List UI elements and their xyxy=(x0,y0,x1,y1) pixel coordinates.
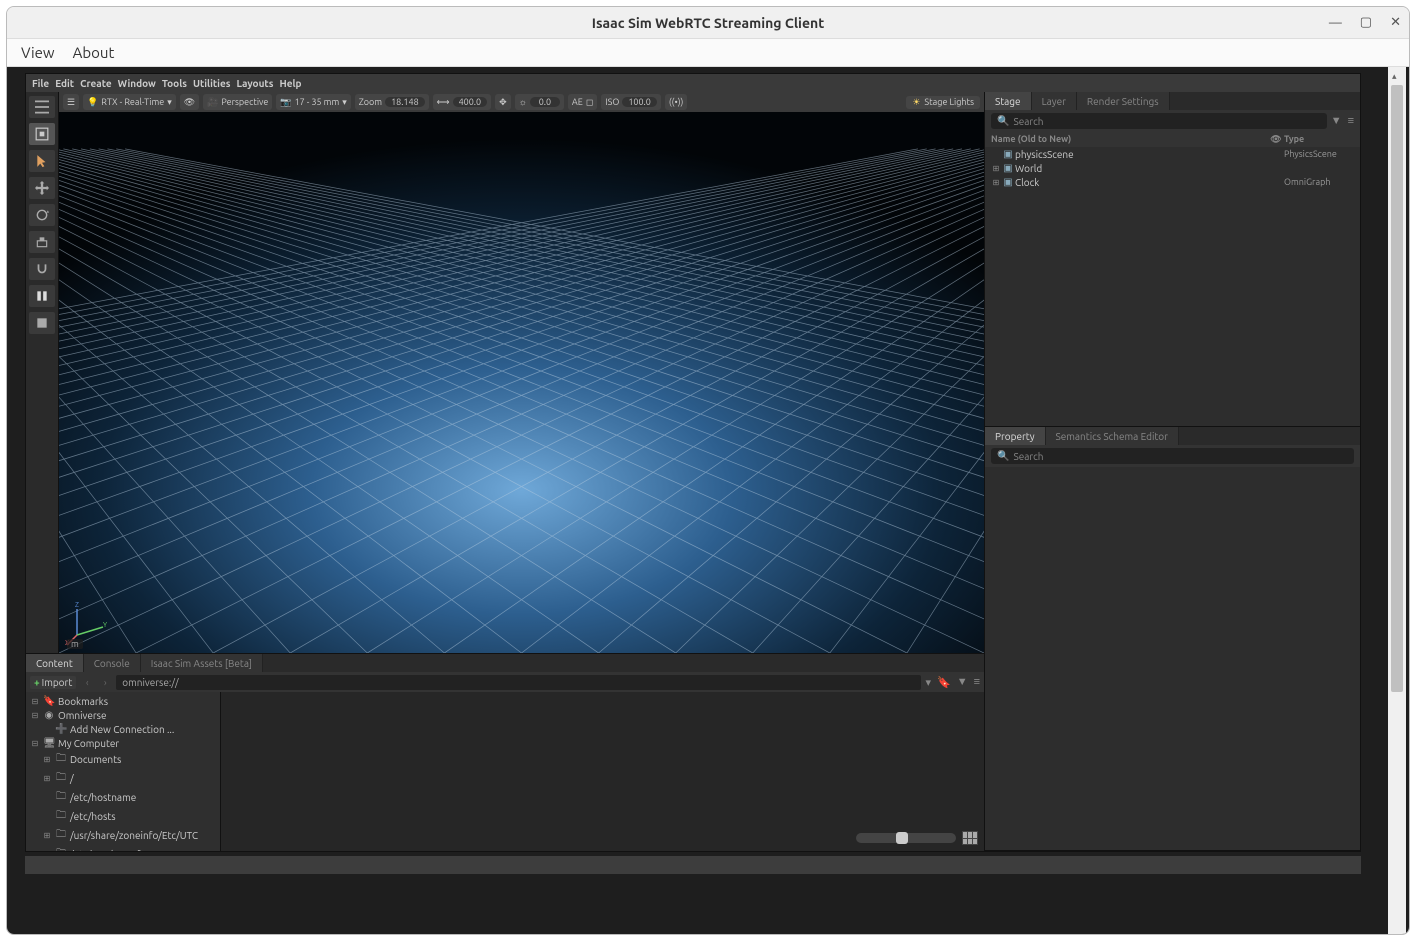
move-tool-icon[interactable] xyxy=(29,177,55,199)
app-window: Isaac Sim WebRTC Streaming Client — ▢ ✕ … xyxy=(6,6,1410,935)
viewport[interactable]: Z Y X m xyxy=(59,112,984,653)
tree-item[interactable]: ➕Add New Connection ... xyxy=(26,722,220,736)
stage-row[interactable]: ⊞▣World xyxy=(985,161,1360,175)
tree-item[interactable]: 🗀/etc/hostname xyxy=(26,788,220,807)
path-dropdown-icon[interactable]: ▾ xyxy=(925,676,931,689)
stage-row[interactable]: ▣physicsScenePhysicsScene xyxy=(985,147,1360,161)
ae-toggle[interactable]: AE ◻ xyxy=(568,94,597,110)
menu-window[interactable]: Window xyxy=(118,78,156,89)
scrollbar-vertical[interactable] xyxy=(1388,67,1406,934)
focus-distance-control[interactable]: ⟷ 400.0 xyxy=(433,94,491,110)
nav-back-icon[interactable]: ‹ xyxy=(80,677,94,688)
zoom-control[interactable]: Zoom 18.148 xyxy=(355,94,429,110)
snap-tool-icon[interactable] xyxy=(29,258,55,280)
content-tree[interactable]: ⊟🔖Bookmarks⊟◉Omniverse➕Add New Connectio… xyxy=(26,692,221,851)
stop-button-icon[interactable] xyxy=(29,312,55,334)
client-area: File Edit Create Window Tools Utilities … xyxy=(7,67,1409,934)
menu-create[interactable]: Create xyxy=(80,78,112,89)
tab-console[interactable]: Console xyxy=(84,654,141,672)
app-menubar: File Edit Create Window Tools Utilities … xyxy=(26,74,1360,92)
viewport-toolbar: ☰ 💡 RTX - Real-Time ▾ 👁 🎥 Perspective 📷 … xyxy=(59,92,984,112)
stage-row[interactable]: ⊞▣ClockOmniGraph xyxy=(985,175,1360,189)
tool-strip xyxy=(26,92,58,653)
outer-menubar: View About xyxy=(7,39,1409,67)
content-browser: Content Console Isaac Sim Assets [Beta] … xyxy=(26,653,984,851)
menu-about[interactable]: About xyxy=(73,44,115,61)
tab-render-settings[interactable]: Render Settings xyxy=(1077,92,1170,110)
visibility-icon[interactable]: 👁 xyxy=(180,94,199,110)
frame-selection-icon[interactable] xyxy=(29,123,55,145)
stage-options-icon[interactable]: ≡ xyxy=(1348,115,1354,127)
tree-item[interactable]: 🗀/etc/hosts xyxy=(26,807,220,826)
renderer-dropdown[interactable]: 💡 RTX - Real-Time ▾ xyxy=(83,94,176,110)
tab-layer[interactable]: Layer xyxy=(1032,92,1077,110)
stage-filter-icon[interactable]: ▼ xyxy=(1331,115,1342,127)
property-panel: Property Semantics Schema Editor 🔍 Searc… xyxy=(985,427,1360,851)
stage-lights-toggle[interactable]: ☀ Stage Lights xyxy=(906,96,980,109)
import-button[interactable]: +Import xyxy=(30,676,76,689)
stage-header-name[interactable]: Name (Old to New) xyxy=(991,134,1268,145)
options-icon[interactable]: ≡ xyxy=(974,676,980,689)
minimize-button[interactable]: — xyxy=(1329,16,1342,30)
bookmark-icon[interactable]: 🔖 xyxy=(937,676,951,689)
scale-tool-icon[interactable] xyxy=(29,231,55,253)
window-title: Isaac Sim WebRTC Streaming Client xyxy=(592,15,825,31)
menu-edit[interactable]: Edit xyxy=(55,78,74,89)
status-bar xyxy=(25,856,1361,874)
tree-item[interactable]: ⊞🗀/usr/share/zoneinfo/Etc/UTC xyxy=(26,826,220,845)
rotate-tool-icon[interactable] xyxy=(29,204,55,226)
path-field[interactable]: omniverse:// xyxy=(116,675,921,690)
menu-view[interactable]: View xyxy=(21,44,55,61)
tree-item[interactable]: ⊞🗀/ xyxy=(26,769,220,788)
titlebar: Isaac Sim WebRTC Streaming Client — ▢ ✕ xyxy=(7,7,1409,39)
pause-button-icon[interactable] xyxy=(29,285,55,307)
tree-item[interactable]: 🗀/etc/resolv.conf xyxy=(26,845,220,851)
tree-item[interactable]: ⊟🖥My Computer xyxy=(26,736,220,750)
menu-file[interactable]: File xyxy=(32,78,49,89)
tab-semantics[interactable]: Semantics Schema Editor xyxy=(1046,427,1179,445)
tab-stage[interactable]: Stage xyxy=(985,92,1032,110)
close-button[interactable]: ✕ xyxy=(1390,15,1401,30)
property-body xyxy=(985,467,1360,850)
property-search-input[interactable]: 🔍 Search xyxy=(991,448,1354,464)
tree-item[interactable]: ⊟◉Omniverse xyxy=(26,708,220,722)
thumbnail-size-slider[interactable] xyxy=(856,833,956,843)
grid-view-icon[interactable] xyxy=(962,831,978,845)
exposure-control[interactable]: ☼ 0.0 xyxy=(515,94,564,110)
menu-tools[interactable]: Tools xyxy=(162,78,187,89)
menu-help[interactable]: Help xyxy=(279,78,301,89)
window-controls: — ▢ ✕ xyxy=(1329,7,1401,38)
camera-dropdown[interactable]: 🎥 Perspective xyxy=(203,94,272,110)
visibility-column-icon[interactable]: 👁 xyxy=(1268,134,1284,145)
select-tool-icon[interactable] xyxy=(29,150,55,172)
tab-content[interactable]: Content xyxy=(26,654,84,672)
filter-icon[interactable]: ▼ xyxy=(957,676,968,689)
tree-item[interactable]: ⊟🔖Bookmarks xyxy=(26,694,220,708)
crosshair-icon[interactable]: ✥ xyxy=(495,94,511,110)
stage-header-type[interactable]: Type xyxy=(1284,134,1354,145)
tab-property[interactable]: Property xyxy=(985,427,1046,445)
stage-panel: Stage Layer Render Settings 🔍 Search ▼≡ … xyxy=(985,92,1360,427)
lens-dropdown[interactable]: 📷 17 - 35 mm ▾ xyxy=(276,94,350,110)
tree-item[interactable]: ⊞🗀Documents xyxy=(26,750,220,769)
nav-forward-icon[interactable]: › xyxy=(98,677,112,688)
axis-unit-label: m xyxy=(67,639,83,649)
viewport-options-icon[interactable]: ☰ xyxy=(63,94,79,110)
isaac-sim-app: File Edit Create Window Tools Utilities … xyxy=(25,73,1361,852)
stage-tree[interactable]: ▣physicsScenePhysicsScene⊞▣World⊞▣ClockO… xyxy=(985,147,1360,426)
stage-search-input[interactable]: 🔍 Search xyxy=(991,113,1327,129)
tab-isaac-assets[interactable]: Isaac Sim Assets [Beta] xyxy=(141,654,263,672)
iso-control[interactable]: ISO 100.0 xyxy=(601,94,661,110)
content-grid[interactable] xyxy=(221,692,984,851)
menu-layouts[interactable]: Layouts xyxy=(236,78,273,89)
hamburger-icon[interactable] xyxy=(29,96,55,118)
maximize-button[interactable]: ▢ xyxy=(1360,15,1372,30)
audio-icon[interactable]: ((•)) xyxy=(665,94,688,110)
menu-utilities[interactable]: Utilities xyxy=(193,78,230,89)
